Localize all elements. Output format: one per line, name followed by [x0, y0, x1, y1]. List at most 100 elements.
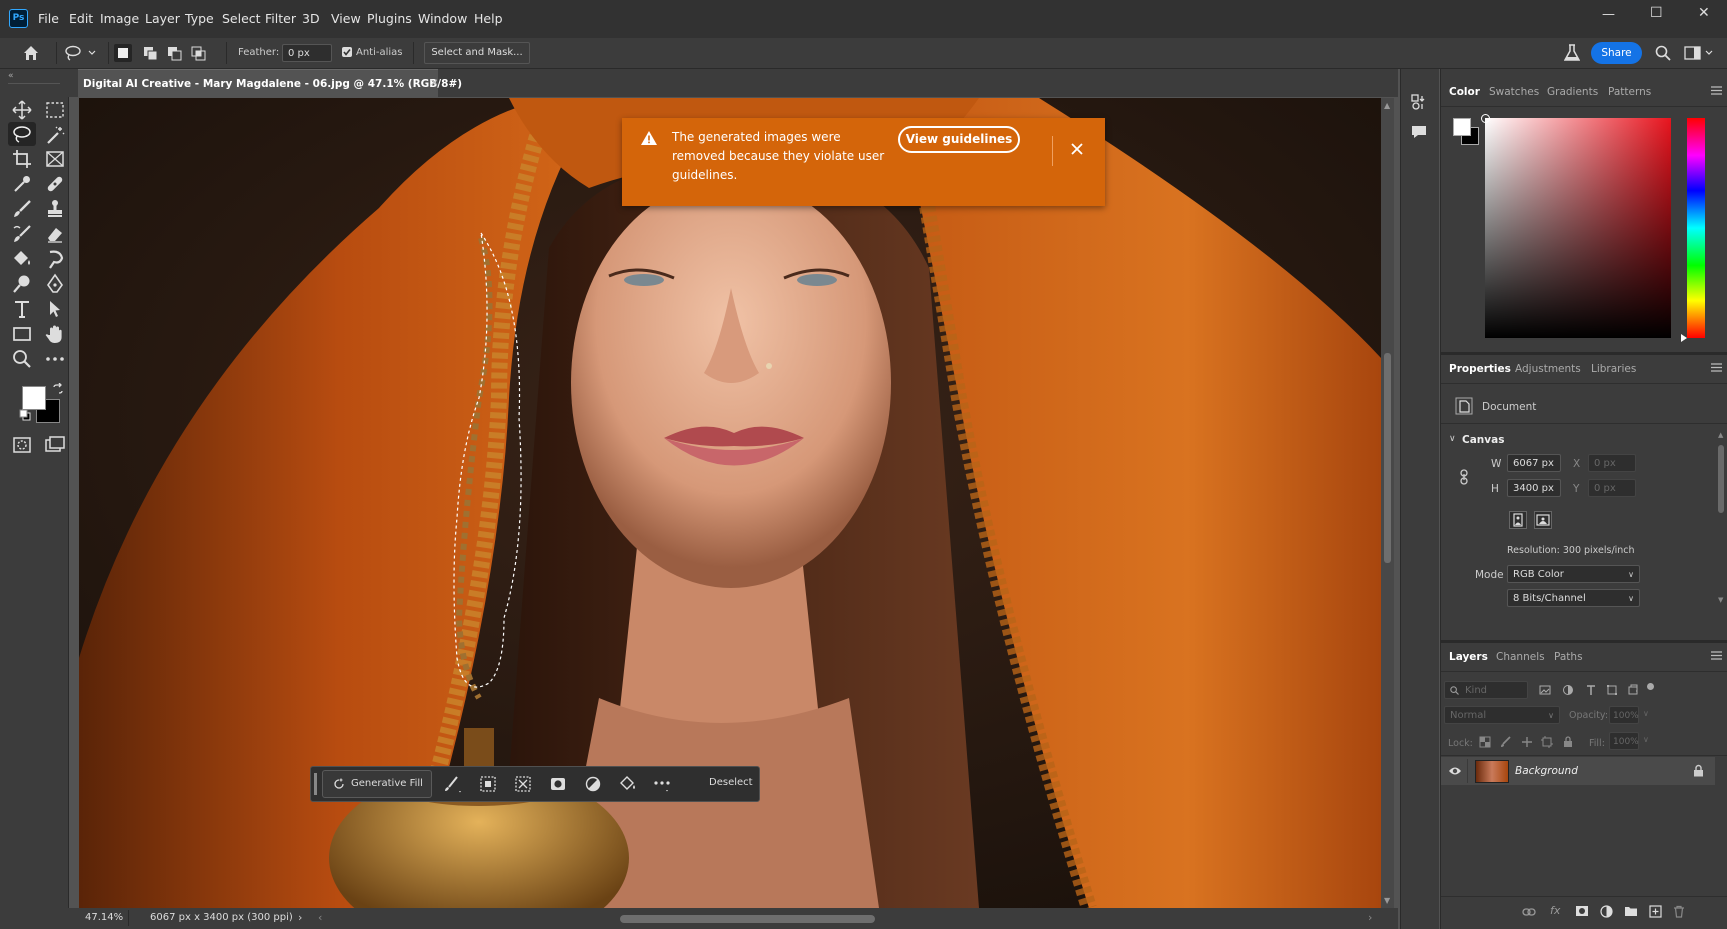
lock-pixels-icon[interactable] [1500, 736, 1512, 748]
filter-adjustment-icon[interactable] [1562, 684, 1574, 696]
menu-file[interactable]: File [38, 11, 59, 26]
filter-toggle-icon[interactable] [1647, 683, 1654, 690]
tab-swatches[interactable]: Swatches [1489, 86, 1539, 98]
share-button[interactable]: Share [1591, 42, 1642, 64]
modify-selection-icon[interactable] [443, 775, 463, 793]
layer-visibility-eye-icon[interactable] [1448, 766, 1462, 776]
frame-tool-icon[interactable] [44, 148, 66, 170]
opacity-field[interactable]: 100% [1609, 706, 1639, 724]
maximize-button[interactable]: ☐ [1650, 5, 1663, 21]
tab-patterns[interactable]: Patterns [1608, 86, 1651, 98]
more-tools-icon[interactable] [44, 348, 66, 370]
link-dimensions-icon[interactable] [1458, 469, 1470, 485]
document-info[interactable]: 6067 px x 3400 px (300 ppi) [150, 912, 293, 923]
menu-3d[interactable]: 3D [302, 11, 320, 26]
quick-mask-icon[interactable] [11, 434, 33, 456]
tab-gradients[interactable]: Gradients [1547, 86, 1598, 98]
deselect-button[interactable]: Deselect [709, 777, 753, 788]
horizontal-scroll-thumb[interactable] [620, 915, 875, 923]
view-guidelines-button[interactable]: View guidelines [898, 126, 1020, 153]
delete-layer-icon[interactable] [1673, 905, 1685, 918]
filter-type-icon[interactable] [1585, 684, 1597, 696]
menu-type[interactable]: Type [185, 11, 214, 26]
path-selection-tool-icon[interactable] [44, 298, 66, 320]
add-mask-icon[interactable] [1575, 905, 1589, 917]
foreground-color-chip[interactable] [1453, 118, 1471, 136]
new-adjustment-layer-icon[interactable] [1600, 905, 1613, 918]
taskbar-drag-handle[interactable] [314, 773, 317, 795]
mask-icon[interactable] [549, 775, 567, 793]
close-tab-icon[interactable]: ✕ [430, 78, 438, 89]
close-button[interactable]: ✕ [1698, 5, 1710, 21]
color-field[interactable] [1485, 118, 1671, 338]
fill-field[interactable]: 100% [1609, 732, 1639, 750]
opacity-chevron-icon[interactable]: ∨ [1643, 709, 1649, 718]
add-selection-icon[interactable] [143, 46, 159, 62]
menu-image[interactable]: Image [100, 11, 139, 26]
properties-scrollbar[interactable]: ▲ ▼ [1717, 431, 1725, 611]
flask-icon[interactable] [1564, 44, 1580, 62]
menu-window[interactable]: Window [418, 11, 467, 26]
document-tab[interactable]: Digital AI Creative - Mary Magdalene - 0… [78, 69, 462, 98]
intersect-selection-icon[interactable] [191, 46, 207, 62]
properties-panel-menu-icon[interactable] [1711, 363, 1722, 372]
height-field[interactable]: 3400 px [1507, 479, 1561, 497]
filter-pixel-icon[interactable] [1539, 684, 1551, 696]
properties-scroll-thumb[interactable] [1718, 445, 1724, 513]
scroll-down-icon[interactable]: ▼ [1384, 896, 1390, 905]
dodge-tool-icon[interactable] [11, 273, 33, 295]
menu-edit[interactable]: Edit [69, 11, 93, 26]
blend-mode-select[interactable]: Normal ∨ [1444, 706, 1560, 724]
comments-panel-icon[interactable] [1410, 123, 1428, 141]
scroll-left-icon[interactable]: ‹ [318, 911, 322, 924]
x-field[interactable]: 0 px [1588, 454, 1636, 472]
lasso-preset-icon[interactable] [64, 45, 98, 61]
layers-panel-menu-icon[interactable] [1711, 651, 1722, 660]
menu-view[interactable]: View [331, 11, 361, 26]
vertical-scrollbar[interactable]: ▲ ▼ [1381, 98, 1394, 908]
bit-depth-select[interactable]: 8 Bits/Channel ∨ [1507, 589, 1640, 607]
collapse-toolbar-icon[interactable]: « [8, 71, 14, 81]
tab-libraries[interactable]: Libraries [1591, 363, 1636, 375]
invert-selection-icon[interactable] [514, 775, 532, 793]
scroll-up-icon[interactable]: ▲ [1384, 101, 1390, 110]
lock-artboard-icon[interactable] [1541, 736, 1553, 748]
healing-brush-tool-icon[interactable] [44, 173, 66, 195]
tab-channels[interactable]: Channels [1496, 651, 1545, 663]
type-tool-icon[interactable] [11, 298, 33, 320]
layer-name[interactable]: Background [1515, 765, 1578, 777]
new-group-icon[interactable] [1624, 905, 1638, 917]
search-icon[interactable] [1655, 45, 1671, 61]
paint-bucket-tool-icon[interactable] [11, 248, 33, 270]
smudge-tool-icon[interactable] [44, 248, 66, 270]
select-and-mask-button[interactable]: Select and Mask... [424, 42, 530, 64]
lock-transparency-icon[interactable] [1479, 736, 1491, 748]
layer-kind-filter[interactable]: Kind [1444, 681, 1528, 699]
layer-effects-icon[interactable]: fx [1550, 904, 1560, 917]
rectangle-tool-icon[interactable] [11, 323, 33, 345]
portrait-orientation-icon[interactable] [1509, 511, 1527, 529]
filter-shape-icon[interactable] [1606, 684, 1618, 696]
tab-layers[interactable]: Layers [1449, 651, 1488, 663]
eraser-tool-icon[interactable] [44, 223, 66, 245]
anti-alias-checkbox[interactable] [342, 47, 352, 57]
lasso-tool-icon[interactable] [8, 122, 36, 146]
fill-chevron-icon[interactable]: ∨ [1643, 735, 1649, 744]
workspace-icon[interactable] [1684, 46, 1714, 60]
tab-color[interactable]: Color [1449, 86, 1480, 98]
pen-tool-icon[interactable] [44, 273, 66, 295]
subtract-selection-icon[interactable] [167, 46, 183, 62]
more-options-icon[interactable] [653, 775, 673, 793]
eyedropper-tool-icon[interactable] [11, 173, 33, 195]
width-field[interactable]: 6067 px [1507, 454, 1561, 472]
menu-layer[interactable]: Layer [145, 11, 180, 26]
feather-input[interactable]: 0 px [282, 44, 332, 62]
minimize-button[interactable]: — [1602, 7, 1615, 22]
filter-smart-object-icon[interactable] [1627, 684, 1639, 696]
tab-adjustments[interactable]: Adjustments [1515, 363, 1581, 375]
menu-select[interactable]: Select [222, 11, 261, 26]
link-layers-icon[interactable] [1522, 907, 1536, 917]
brush-tool-icon[interactable] [11, 198, 33, 220]
color-panel-menu-icon[interactable] [1711, 86, 1722, 95]
history-panel-icon[interactable] [1410, 93, 1428, 111]
